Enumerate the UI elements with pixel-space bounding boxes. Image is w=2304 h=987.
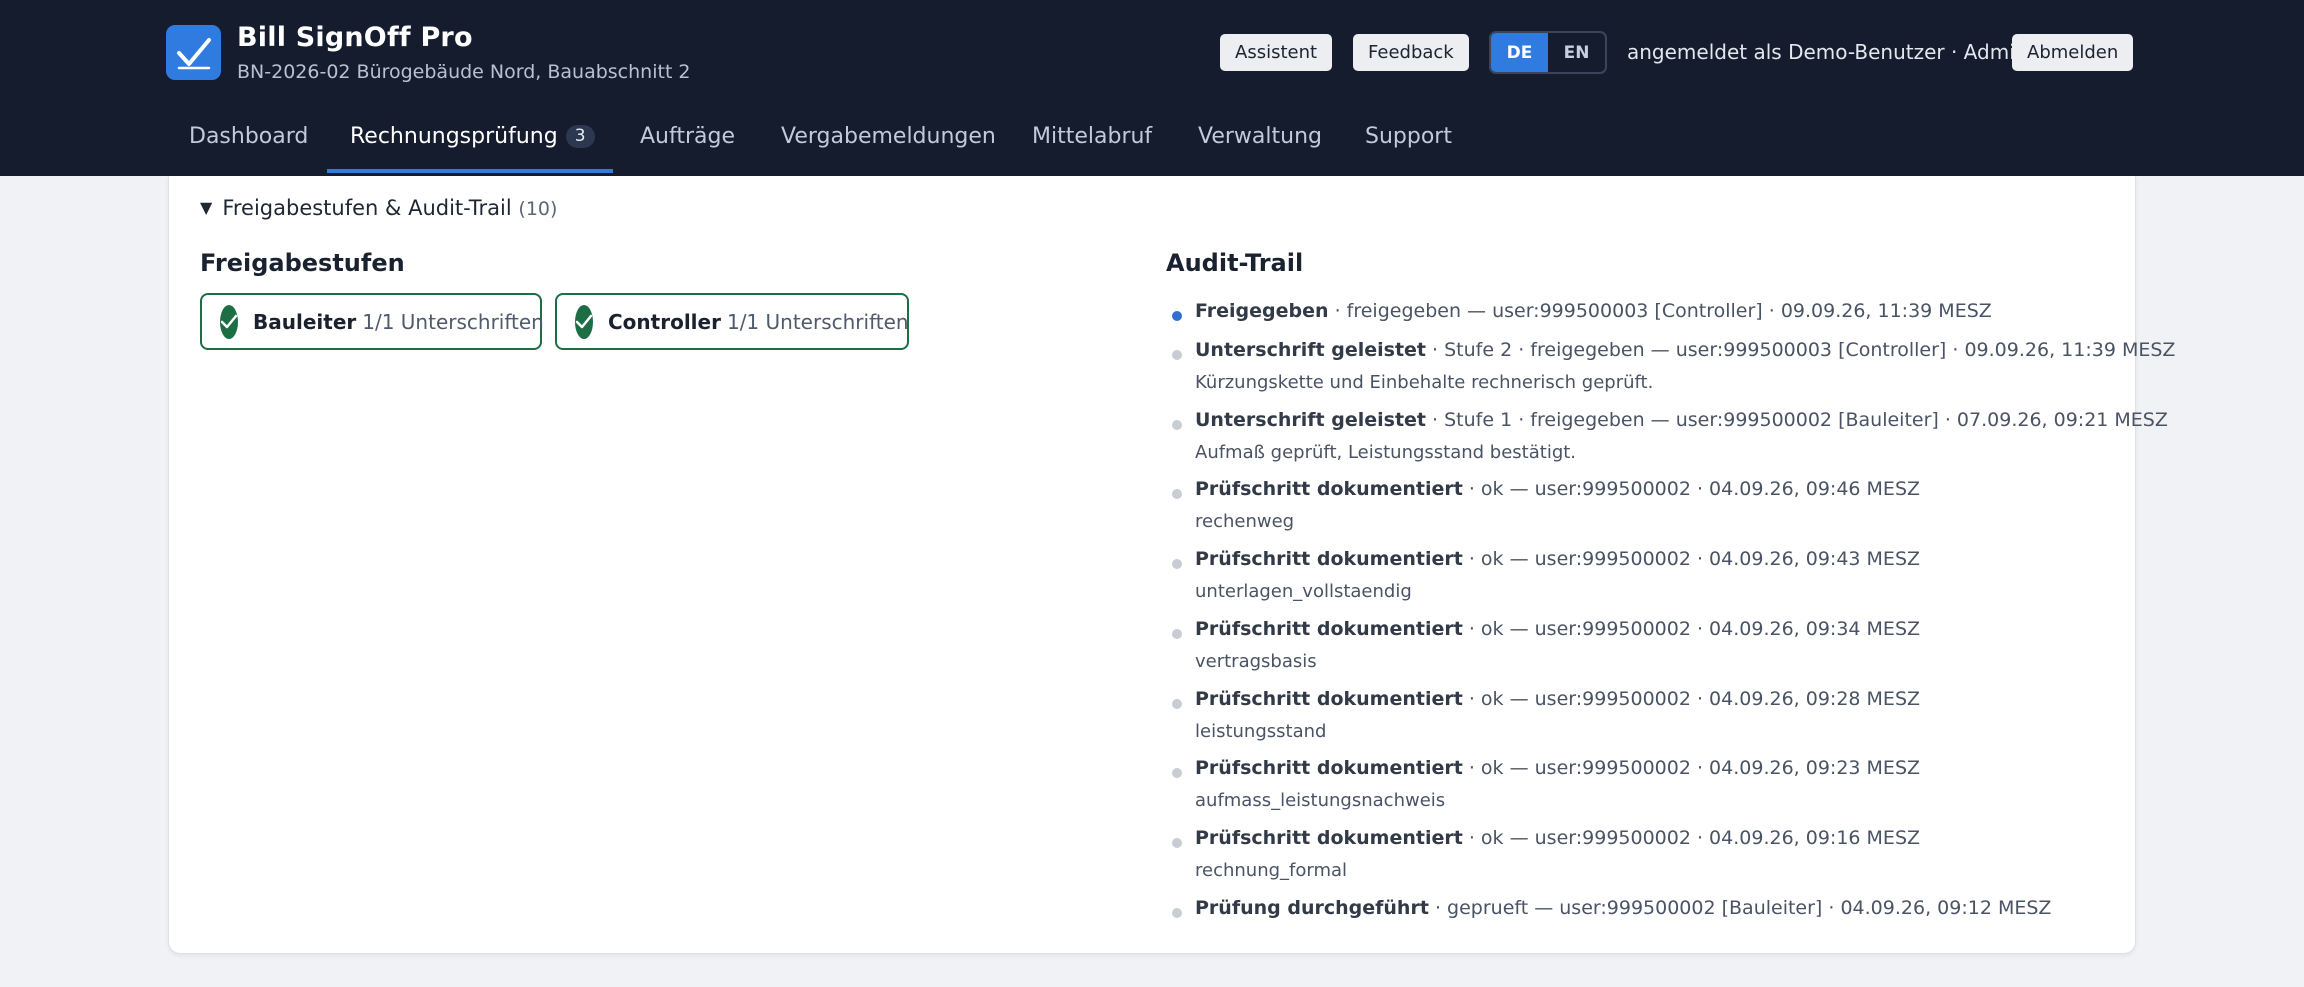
stage-chip: Bauleiter 1/1 Unterschriften <box>200 293 544 350</box>
audit-note: leistungsstand <box>1195 721 1327 742</box>
audit-note: Kürzungskette und Einbehalte rechnerisch… <box>1195 372 1654 393</box>
audit-event: Unterschrift geleistet <box>1195 339 1426 361</box>
nav-item-label: Rechnungsprüfung <box>350 124 558 149</box>
timeline-dot-icon <box>1172 908 1182 918</box>
audit-event: Prüfschritt dokumentiert <box>1195 548 1463 570</box>
audit-event: Freigegeben <box>1195 300 1329 322</box>
nav-item-auftraege[interactable]: Aufträge <box>640 114 735 176</box>
audit-note: Aufmaß geprüft, Leistungsstand bestätigt… <box>1195 442 1577 463</box>
nav-item-mittelabruf[interactable]: Mittelabruf <box>1032 114 1152 176</box>
audit-detail: · freigegeben — user:999500003 [Controll… <box>1328 300 1992 322</box>
timeline-dot-icon <box>1172 838 1182 848</box>
lang-en-button[interactable]: EN <box>1548 33 1605 72</box>
timeline-dot-icon <box>1172 489 1182 499</box>
section-toggle[interactable]: ▼ Freigabestufen & Audit-Trail (10) <box>200 196 557 220</box>
lang-de-button[interactable]: DE <box>1491 33 1548 72</box>
nav-item-label: Dashboard <box>189 124 309 149</box>
check-circle-icon <box>575 304 593 339</box>
audit-detail: · Stufe 2 · freigegeben — user:999500003… <box>1426 339 2176 361</box>
audit-note: vertragsbasis <box>1195 651 1317 672</box>
audit-detail: · ok — user:999500002 · 04.09.26, 09:43 … <box>1462 548 1921 570</box>
timeline-dot-icon <box>1172 699 1182 709</box>
audit-detail: · ok — user:999500002 · 04.09.26, 09:34 … <box>1462 618 1921 640</box>
audit-note: rechenweg <box>1195 511 1295 532</box>
user-info: angemeldet als Demo-Benutzer · Admin <box>1627 40 2028 64</box>
audit-heading: Audit-Trail <box>1166 249 1304 277</box>
nav-item-label: Aufträge <box>640 124 736 149</box>
audit-event: Prüfung durchgeführt <box>1195 897 1429 919</box>
feedback-button[interactable]: Feedback <box>1353 34 1469 71</box>
audit-event: Prüfschritt dokumentiert <box>1195 757 1463 779</box>
audit-note: unterlagen_vollstaendig <box>1195 581 1412 602</box>
check-circle-icon <box>220 304 238 339</box>
section-title: Freigabestufen & Audit-Trail <box>222 196 512 220</box>
timeline-dot-icon <box>1172 311 1182 321</box>
stage-chip: Controller 1/1 Unterschriften <box>555 293 909 350</box>
section-count: (10) <box>518 198 558 220</box>
audit-detail: · geprueft — user:999500002 [Bauleiter] … <box>1428 897 2052 919</box>
audit-event: Prüfschritt dokumentiert <box>1195 478 1463 500</box>
nav-item-label: Mittelabruf <box>1032 124 1153 149</box>
project-subtitle: BN-2026-02 Bürogebäude Nord, Bauabschnit… <box>237 61 691 83</box>
caret-down-icon: ▼ <box>200 198 213 217</box>
nav-item-verwaltung[interactable]: Verwaltung <box>1198 114 1322 176</box>
timeline-dot-icon <box>1172 350 1182 360</box>
nav-item-label: Support <box>1365 124 1452 149</box>
stage-name: Bauleiter <box>253 309 357 334</box>
audit-detail: · ok — user:999500002 · 04.09.26, 09:46 … <box>1462 478 1921 500</box>
audit-event: Unterschrift geleistet <box>1195 409 1426 431</box>
nav-item-support[interactable]: Support <box>1365 114 1452 176</box>
audit-detail: · ok — user:999500002 · 04.09.26, 09:23 … <box>1462 757 1921 779</box>
assistant-button[interactable]: Assistent <box>1220 34 1333 71</box>
timeline-dot-icon <box>1172 559 1182 569</box>
audit-event: Prüfschritt dokumentiert <box>1195 618 1463 640</box>
nav-item-rechnungspruefung[interactable]: Rechnungsprüfung 3 <box>350 114 595 176</box>
audit-event: Prüfschritt dokumentiert <box>1195 688 1463 710</box>
top-header: Bill SignOff Pro BN-2026-02 Bürogebäude … <box>0 0 2304 176</box>
app-title: Bill SignOff Pro <box>237 22 473 53</box>
count-badge: 3 <box>565 125 595 148</box>
language-switch: DE EN <box>1489 31 1607 74</box>
logout-button[interactable]: Abmelden <box>2012 34 2134 71</box>
nav-item-vergabemeldungen[interactable]: Vergabemeldungen <box>781 114 996 176</box>
check-icon <box>166 25 221 80</box>
timeline-dot-icon <box>1172 768 1182 778</box>
audit-note: rechnung_formal <box>1195 860 1348 881</box>
timeline-dot-icon <box>1172 420 1182 430</box>
nav-item-label: Verwaltung <box>1198 124 1322 149</box>
stage-signatures: 1/1 Unterschriften <box>726 309 909 334</box>
audit-detail: · Stufe 1 · freigegeben — user:999500002… <box>1426 409 2168 431</box>
stage-name: Controller <box>608 309 721 334</box>
active-tab-indicator <box>327 169 613 173</box>
audit-event: Prüfschritt dokumentiert <box>1195 827 1463 849</box>
stage-signatures: 1/1 Unterschriften <box>362 309 544 334</box>
timeline-dot-icon <box>1172 629 1182 639</box>
nav-item-dashboard[interactable]: Dashboard <box>189 114 308 176</box>
audit-note: aufmass_leistungsnachweis <box>1195 790 1446 811</box>
audit-detail: · ok — user:999500002 · 04.09.26, 09:16 … <box>1462 827 1921 849</box>
nav-item-label: Vergabemeldungen <box>781 124 996 149</box>
stages-heading: Freigabestufen <box>200 249 405 277</box>
audit-detail: · ok — user:999500002 · 04.09.26, 09:28 … <box>1462 688 1921 710</box>
